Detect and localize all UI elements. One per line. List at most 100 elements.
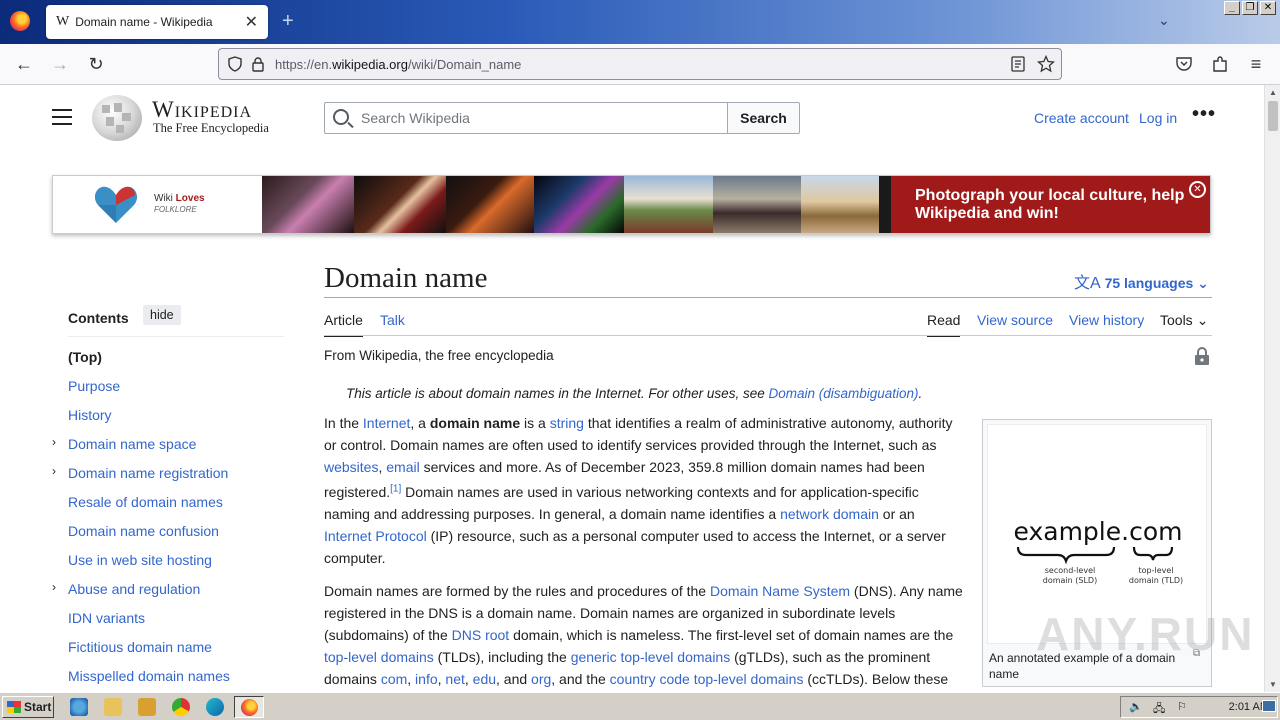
banner-message[interactable]: Photograph your local culture, help Wiki… — [891, 176, 1210, 233]
lock-icon[interactable] — [251, 56, 265, 72]
forward-arrow-icon[interactable]: → — [48, 53, 72, 77]
page-scrollbar[interactable]: ▲ ▼ — [1264, 85, 1280, 692]
wiki-link[interactable]: com — [381, 671, 407, 687]
volume-icon[interactable]: 🔈 — [1129, 700, 1143, 713]
start-button[interactable]: Start — [2, 696, 54, 718]
wiki-link[interactable]: network domain — [780, 506, 879, 522]
more-options-ellipsis-icon[interactable]: ••• — [1192, 103, 1216, 126]
translate-icon: 文A — [1074, 275, 1101, 292]
scroll-up-arrow-icon[interactable]: ▲ — [1269, 88, 1277, 97]
back-arrow-icon[interactable]: ← — [12, 53, 36, 77]
wiki-link[interactable]: edu — [473, 671, 496, 687]
tools-menu[interactable]: Tools ⌄ — [1160, 312, 1208, 329]
wiki-link[interactable]: Domain Name System — [710, 583, 850, 599]
wiki-link[interactable]: string — [550, 415, 584, 431]
toc-item-history[interactable]: History — [68, 407, 112, 423]
new-tab-plus-icon[interactable]: + — [282, 10, 294, 33]
toc-item-web-hosting[interactable]: Use in web site hosting — [68, 552, 212, 568]
file-explorer-folder-icon[interactable] — [104, 698, 122, 716]
edge-icon[interactable] — [206, 698, 224, 716]
network-icon[interactable]: 🖧 — [1153, 700, 1165, 719]
tld-label-2: domain (TLD) — [1129, 576, 1183, 585]
toc-item-resale[interactable]: Resale of domain names — [68, 494, 223, 510]
toc-item-abuse[interactable]: Abuse and regulation — [68, 581, 200, 597]
toc-item-domain-name-registration[interactable]: Domain name registration — [68, 465, 228, 481]
wlf-loves: Loves — [175, 193, 205, 204]
create-account-link[interactable]: Create account — [1034, 110, 1129, 126]
wikipedia-globe-logo[interactable] — [92, 95, 142, 141]
wiki-link[interactable]: Internet Protocol — [324, 528, 427, 544]
show-desktop-icon[interactable] — [1262, 700, 1276, 712]
pocket-icon[interactable] — [1175, 55, 1193, 73]
bookmark-star-icon[interactable] — [1037, 55, 1055, 73]
browser-tab-active[interactable]: W Domain name - Wikipedia ✕ — [46, 5, 268, 39]
close-window-button[interactable]: ✕ — [1260, 1, 1276, 15]
wikipedia-wordmark[interactable]: Wikipedia — [152, 97, 252, 123]
scroll-down-arrow-icon[interactable]: ▼ — [1269, 680, 1277, 689]
tab-close-icon[interactable]: ✕ — [245, 12, 258, 32]
start-label: Start — [24, 700, 52, 714]
wiki-link[interactable]: email — [386, 459, 419, 475]
url-prefix: https://en. — [275, 56, 333, 72]
url-bar[interactable]: https://en. wikipedia.org/wiki/Domain_nam… — [218, 48, 1062, 80]
wiki-link[interactable]: Internet — [363, 415, 410, 431]
tab-talk[interactable]: Talk — [380, 312, 405, 328]
banner-photo — [713, 176, 801, 233]
scrollbar-thumb[interactable] — [1268, 101, 1278, 131]
body-text: Domain names are formed by the rules and… — [324, 583, 710, 599]
body-text: (ccTLDs). Below these — [803, 671, 949, 687]
bold-term: domain name — [429, 415, 521, 431]
toc-item-idn[interactable]: IDN variants — [68, 610, 145, 626]
search-input[interactable]: Search Wikipedia — [324, 102, 728, 134]
tab-article[interactable]: Article — [324, 312, 363, 337]
wiki-link[interactable]: websites — [324, 459, 378, 475]
language-selector[interactable]: 文A 75 languages ⌄ — [1074, 269, 1209, 293]
wiki-link[interactable]: generic top-level domains — [571, 649, 731, 665]
window-controls: _ ❐ ✕ — [1224, 1, 1276, 15]
toc-item-purpose[interactable]: Purpose — [68, 378, 120, 394]
taskbar-firefox-button[interactable] — [234, 696, 264, 718]
extensions-puzzle-icon[interactable] — [1211, 55, 1229, 73]
wiki-link[interactable]: DNS root — [452, 627, 510, 643]
chrome-icon[interactable] — [172, 698, 190, 716]
tab-view-history[interactable]: View history — [1069, 312, 1144, 328]
tab-view-source[interactable]: View source — [977, 312, 1053, 328]
reader-view-icon[interactable] — [1011, 56, 1025, 72]
wiki-link[interactable]: net — [445, 671, 464, 687]
toc-hide-button[interactable]: hide — [143, 305, 181, 325]
tab-read[interactable]: Read — [927, 312, 961, 337]
toc-item-domain-name-space[interactable]: Domain name space — [68, 436, 196, 452]
banner-photo — [879, 176, 891, 233]
firefox-menu-icon[interactable] — [10, 11, 30, 31]
wiki-link[interactable]: country code top-level domains — [610, 671, 804, 687]
list-all-tabs-chevron-icon[interactable]: ⌄ — [1158, 12, 1170, 29]
sld-label-2: domain (SLD) — [1043, 576, 1097, 585]
hatnote: This article is about domain names in th… — [346, 386, 922, 401]
toc-item-misspelled[interactable]: Misspelled domain names — [68, 668, 230, 684]
app-menu-hamburger-icon[interactable]: ≡ — [1244, 53, 1268, 77]
wiki-link[interactable]: top-level domains — [324, 649, 434, 665]
reload-icon[interactable]: ↻ — [84, 53, 108, 77]
protected-page-lock-icon[interactable] — [1194, 347, 1210, 365]
toc-item-top[interactable]: (Top) — [68, 349, 102, 365]
media-player-icon[interactable] — [138, 698, 156, 716]
flag-icon[interactable]: ⚐ — [1177, 700, 1187, 713]
log-in-link[interactable]: Log in — [1139, 110, 1177, 126]
toc-expand-chevron-icon[interactable]: › — [52, 580, 56, 594]
internet-explorer-icon[interactable] — [70, 698, 88, 716]
toc-expand-chevron-icon[interactable]: › — [52, 464, 56, 478]
domain-disambiguation-link[interactable]: Domain (disambiguation) — [768, 386, 918, 401]
toc-item-fictitious[interactable]: Fictitious domain name — [68, 639, 212, 655]
wiki-link[interactable]: info — [415, 671, 438, 687]
citation-link[interactable]: [1] — [390, 483, 401, 494]
toc-expand-chevron-icon[interactable]: › — [52, 435, 56, 449]
maximize-button[interactable]: ❐ — [1242, 1, 1258, 15]
wiki-link[interactable]: org — [531, 671, 551, 687]
search-button[interactable]: Search — [727, 102, 800, 134]
banner-close-icon[interactable]: ✕ — [1189, 181, 1206, 198]
main-menu-hamburger-icon[interactable] — [52, 109, 72, 125]
campaign-banner[interactable]: Wiki Loves FOLKLORE Photograph your local… — [52, 175, 1211, 234]
minimize-button[interactable]: _ — [1224, 1, 1240, 15]
shield-icon[interactable] — [227, 56, 243, 72]
toc-item-confusion[interactable]: Domain name confusion — [68, 523, 219, 539]
